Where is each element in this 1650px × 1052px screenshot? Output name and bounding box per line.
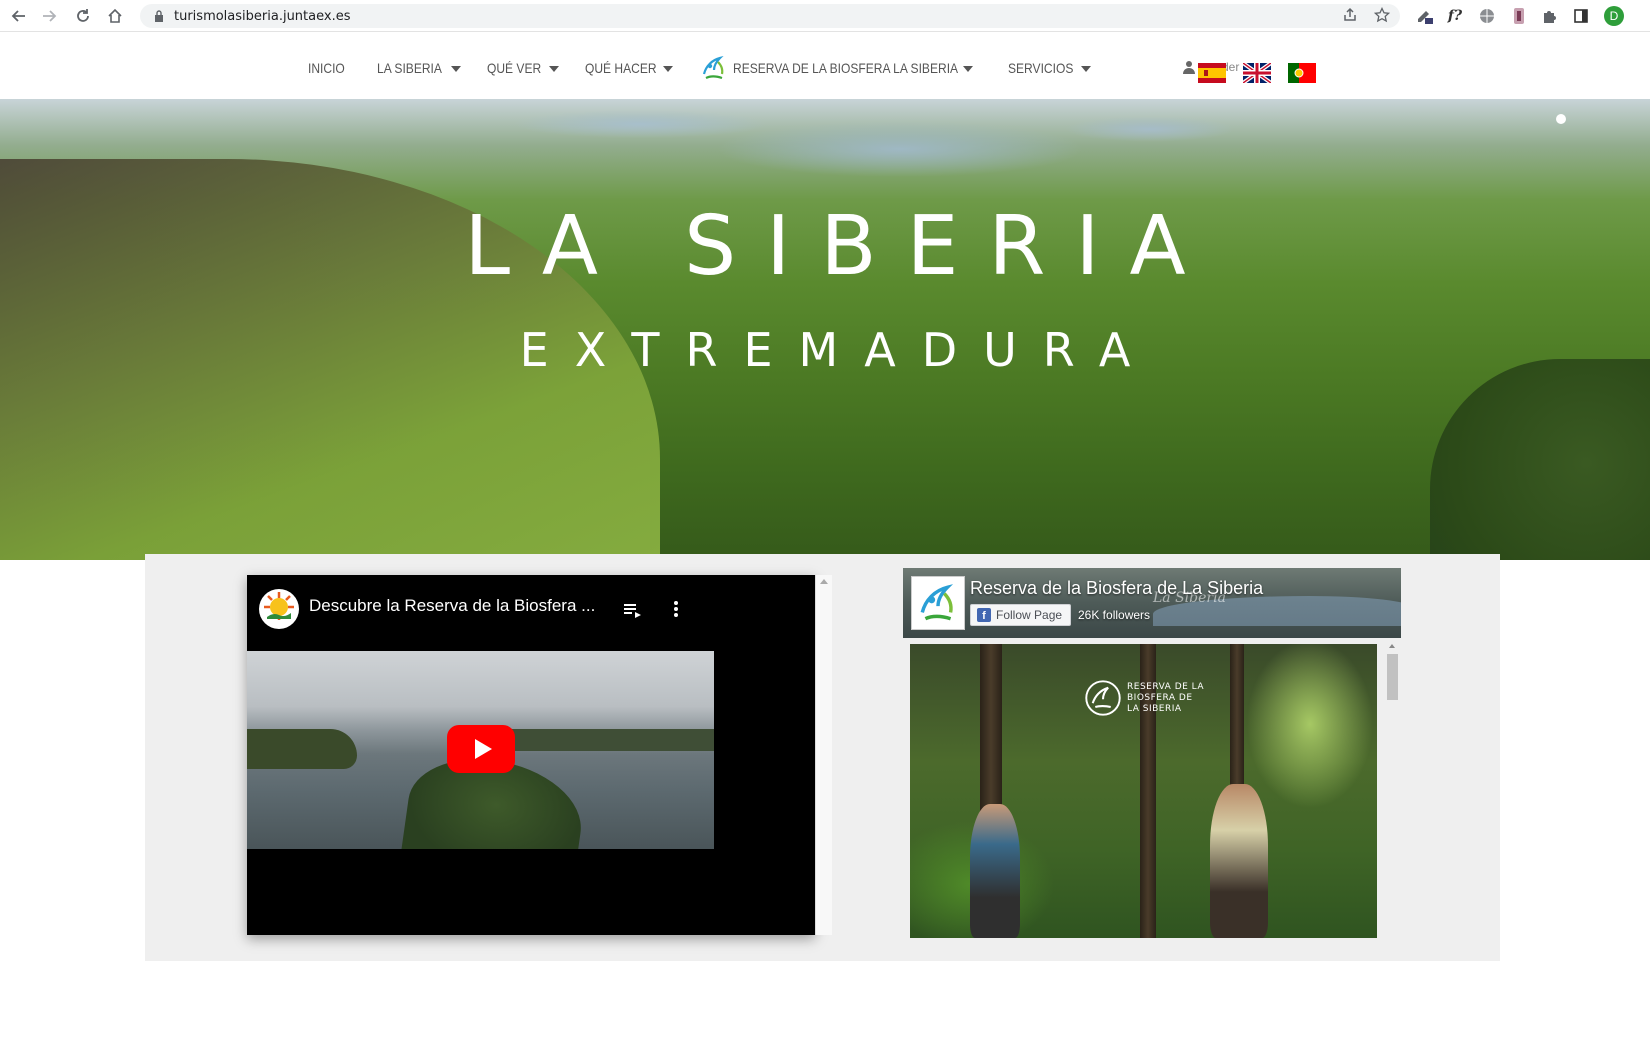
youtube-scrollbar[interactable]	[815, 575, 832, 935]
nav-item-que-hacer[interactable]: QUÉ HACER	[585, 60, 657, 76]
profile-avatar[interactable]: D	[1604, 6, 1624, 26]
facebook-post-image[interactable]: RESERVA DE LA BIOSFERA DE LA SIBERIA	[910, 644, 1377, 938]
site-navigation: INICIO LA SIBERIA QUÉ VER QUÉ HACER RESE…	[0, 33, 1650, 99]
user-icon[interactable]	[1183, 60, 1195, 74]
scroll-up-arrow-icon[interactable]	[820, 579, 828, 584]
home-icon[interactable]	[104, 5, 126, 27]
facebook-icon: f	[977, 608, 991, 622]
post-brand-line-3: LA SIBERIA	[1127, 703, 1182, 714]
post-brand-logo: RESERVA DE LA BIOSFERA DE LA SIBERIA	[1085, 680, 1204, 716]
forward-arrow-icon[interactable]	[38, 5, 60, 27]
reload-icon[interactable]	[72, 5, 94, 27]
scroll-up-arrow-icon[interactable]	[1389, 644, 1395, 648]
extension-icon[interactable]	[1414, 5, 1436, 27]
browser-toolbar: turismolasiberia.juntaex.es f? D	[0, 0, 1650, 32]
youtube-embed[interactable]: Descubre la Reserva de la Biosfera ...	[247, 575, 815, 935]
follow-page-button[interactable]: f Follow Page	[970, 604, 1072, 626]
font-extension-icon[interactable]: f?	[1444, 5, 1466, 27]
share-icon[interactable]	[1342, 7, 1358, 28]
chevron-down-icon[interactable]	[963, 66, 973, 72]
play-button[interactable]	[447, 725, 515, 773]
facebook-page-name[interactable]: Reserva de la Biosfera de La Siberia	[970, 578, 1263, 599]
page-logo[interactable]	[911, 576, 965, 630]
channel-avatar[interactable]	[259, 589, 299, 629]
post-brand-line-2: BIOSFERA DE	[1127, 692, 1193, 703]
biosphere-logo-icon	[700, 54, 728, 82]
puzzle-icon[interactable]	[1538, 5, 1560, 27]
chevron-down-icon[interactable]	[663, 66, 673, 72]
facebook-page-header: La Siberia Reserva de la Biosfera de La …	[903, 568, 1401, 638]
nav-item-la-siberia[interactable]: LA SIBERIA	[377, 60, 442, 76]
flag-uk-icon[interactable]	[1243, 63, 1271, 83]
facebook-scrollbar[interactable]	[1384, 642, 1401, 938]
hero-landscape-trees	[1430, 359, 1650, 560]
post-brand-line-1: RESERVA DE LA	[1127, 681, 1205, 692]
sidepanel-icon[interactable]	[1570, 5, 1592, 27]
nav-item-que-ver[interactable]: QUÉ VER	[487, 60, 541, 76]
chevron-down-icon[interactable]	[549, 66, 559, 72]
nav-item-inicio[interactable]: INICIO	[308, 60, 345, 76]
hero-title: LA SIBERIA	[464, 199, 1216, 294]
url-text: turismolasiberia.juntaex.es	[174, 8, 351, 24]
nav-item-reserva-biosfera[interactable]: RESERVA DE LA BIOSFERA LA SIBERIA	[733, 60, 958, 76]
play-icon	[474, 739, 492, 759]
star-icon[interactable]	[1373, 6, 1391, 28]
hero-banner: LA SIBERIA EXTREMADURA	[0, 99, 1650, 560]
chevron-down-icon[interactable]	[451, 66, 461, 72]
address-bar[interactable]: turismolasiberia.juntaex.es	[140, 4, 1400, 28]
scrollbar-thumb[interactable]	[1387, 654, 1398, 700]
slider-dot[interactable]	[1556, 114, 1566, 124]
chevron-down-icon[interactable]	[1081, 66, 1091, 72]
playlist-icon[interactable]	[621, 599, 643, 621]
lock-icon[interactable]	[152, 9, 166, 23]
nav-item-servicios[interactable]: SERVICIOS	[1008, 60, 1073, 76]
video-title[interactable]: Descubre la Reserva de la Biosfera ...	[309, 596, 595, 616]
flag-spain-icon[interactable]	[1198, 63, 1226, 83]
flag-portugal-icon[interactable]	[1288, 63, 1316, 83]
more-options-icon[interactable]	[671, 597, 681, 621]
globe-extension-icon[interactable]	[1476, 5, 1498, 27]
followers-count: 26K followers	[1078, 608, 1151, 622]
follow-label: Follow Page	[996, 608, 1063, 622]
tag-extension-icon[interactable]	[1508, 5, 1530, 27]
hero-subtitle: EXTREMADURA	[519, 323, 1157, 377]
back-arrow-icon[interactable]	[8, 5, 30, 27]
